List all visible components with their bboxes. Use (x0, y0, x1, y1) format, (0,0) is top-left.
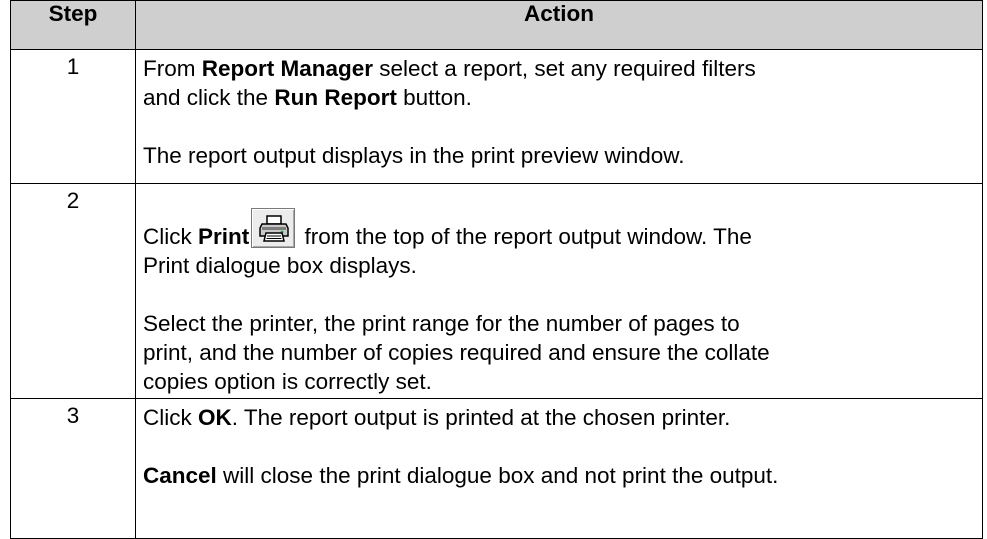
step-column-header: Step (10, 0, 136, 50)
step-number: 1 (66, 54, 80, 79)
step-number-cell: 3 (10, 398, 136, 539)
action-line: Cancel will close the print dialogue box… (143, 463, 779, 488)
action-cell: Click OK. The report output is printed a… (135, 398, 983, 539)
ui-term: Cancel (143, 463, 217, 488)
print-button[interactable] (251, 208, 296, 248)
ui-term: OK (198, 405, 232, 430)
table-row: 1 From Report Manager select a report, s… (10, 49, 983, 184)
action-line: print, and the number of copies required… (143, 340, 770, 365)
action-line: Select the printer, the print range for … (143, 311, 740, 336)
action-line: Print dialogue box displays. (143, 253, 417, 278)
step-number-cell: 1 (10, 49, 136, 184)
printer-icon (259, 215, 290, 242)
steps-table: Step Action 1 From Report Manager select… (10, 0, 983, 539)
ui-term: Run Report (274, 85, 397, 110)
action-cell: Click Print from the top of the report o… (135, 183, 983, 399)
table-row: 2 Click Print from the top of the report… (10, 183, 983, 399)
step-number-cell: 2 (10, 183, 136, 399)
action-line: Click OK. The report output is printed a… (143, 405, 731, 430)
action-column-header: Action (135, 0, 983, 50)
action-line: and click the Run Report button. (143, 85, 472, 110)
table-row: 3 Click OK. The report output is printed… (10, 398, 983, 539)
step-number: 3 (66, 403, 80, 428)
action-cell: From Report Manager select a report, set… (135, 49, 983, 184)
table-header-row: Step Action (10, 0, 983, 50)
procedure-document: Step Action 1 From Report Manager select… (0, 0, 987, 539)
ui-term: Print (198, 224, 250, 249)
step-number: 2 (66, 188, 80, 213)
action-line: Click Print from the top of the report o… (143, 208, 972, 251)
action-line: The report output displays in the print … (143, 143, 685, 168)
action-line: copies option is correctly set. (143, 369, 432, 394)
action-line: From Report Manager select a report, set… (143, 56, 756, 81)
ui-term: Report Manager (201, 56, 374, 81)
